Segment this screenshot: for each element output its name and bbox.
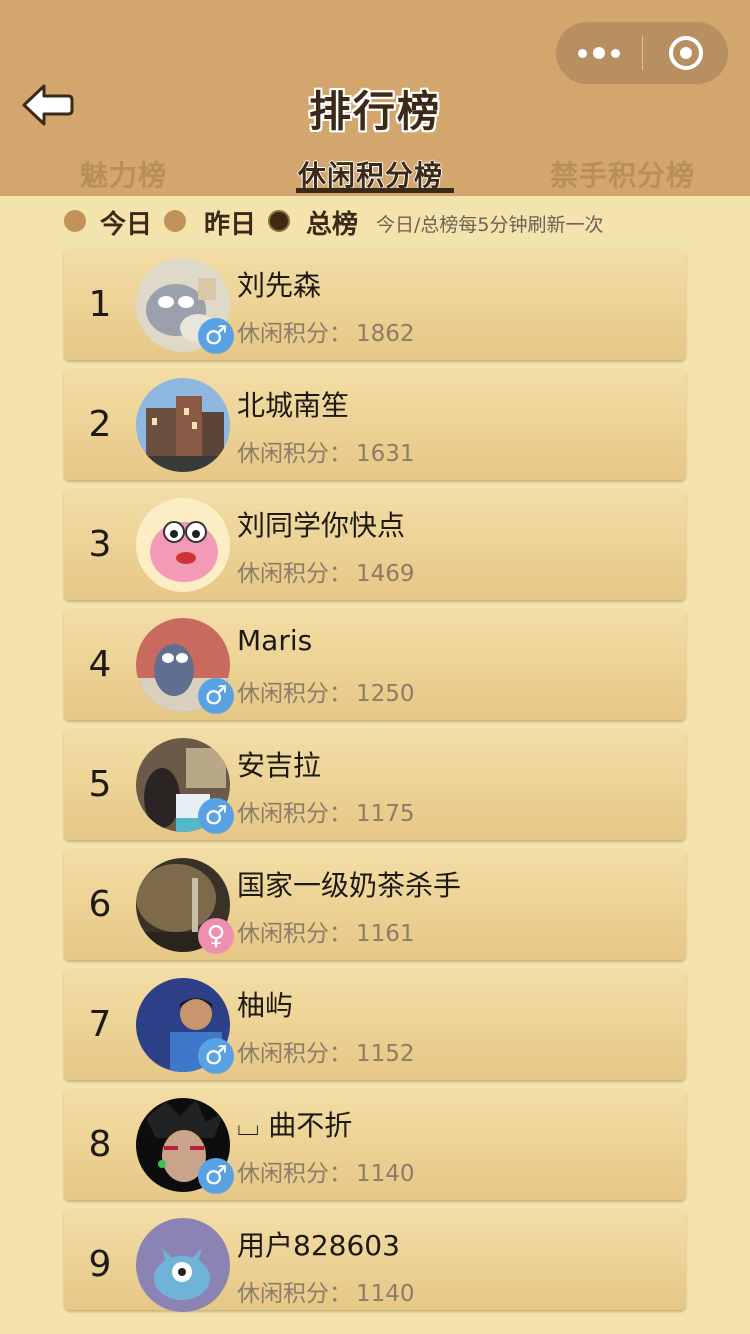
list-item[interactable]: 9 用户828603 休闲积分： 1140 — [64, 1208, 686, 1312]
user-name: Maris — [237, 624, 313, 657]
user-score: 休闲积分： 1140 — [237, 1154, 415, 1188]
list-item[interactable]: 7 ♂ 柚屿 休闲积分： 1152 — [64, 968, 686, 1080]
rank-number: 3 — [88, 524, 112, 565]
radio-total[interactable] — [268, 210, 290, 232]
score-label: 休闲积分： — [237, 1161, 352, 1187]
user-name: 北城南笙 — [237, 389, 350, 422]
user-score: 休闲积分： 1175 — [237, 794, 415, 828]
user-name: 国家一级奶茶杀手 — [237, 869, 462, 902]
user-name: ⌴ 曲不折 — [237, 1109, 353, 1142]
user-name: 刘同学你快点 — [237, 509, 406, 542]
score-value: 1250 — [356, 681, 415, 707]
close-miniprogram-icon[interactable] — [643, 22, 728, 84]
active-tab-indicator — [296, 188, 454, 193]
score-value: 1161 — [356, 921, 415, 947]
radio-today[interactable] — [64, 210, 86, 232]
user-score: 休闲积分： 1862 — [237, 314, 415, 348]
rank-number: 8 — [88, 1124, 112, 1165]
rank-number: 1 — [88, 284, 112, 325]
male-icon: ♂ — [198, 1158, 234, 1194]
user-score: 休闲积分： 1161 — [237, 914, 415, 948]
score-label: 休闲积分： — [237, 921, 352, 947]
male-icon: ♂ — [198, 798, 234, 834]
score-value: 1175 — [356, 801, 415, 827]
user-name: 安吉拉 — [237, 749, 322, 782]
refresh-note: 今日/总榜每5分钟刷新一次 — [376, 214, 604, 236]
user-score: 休闲积分： 1469 — [237, 554, 415, 588]
radio-yesterday[interactable] — [164, 210, 186, 232]
score-value: 1140 — [356, 1281, 415, 1307]
tab-forbidden-score[interactable]: 禁手积分榜 — [550, 154, 695, 194]
score-label: 休闲积分： — [237, 801, 352, 827]
avatar — [136, 498, 230, 592]
list-item[interactable]: 1 ♂ 刘先森 休闲积分： 1862 — [64, 248, 686, 360]
score-value: 1140 — [356, 1161, 415, 1187]
list-item[interactable]: 3 刘同学你快点 休闲积分： 1469 — [64, 488, 686, 600]
list-item[interactable]: 4 ♂ Maris 休闲积分： 1250 — [64, 608, 686, 720]
period-filter: 今日 昨日 总榜 今日/总榜每5分钟刷新一次 — [62, 202, 722, 241]
top-bar: 排行榜 魅力榜 休闲积分榜 禁手积分榜 — [0, 0, 750, 196]
filter-total-label[interactable]: 总榜 — [306, 204, 358, 241]
user-name: 用户828603 — [237, 1229, 400, 1262]
user-score: 休闲积分： 1152 — [237, 1034, 415, 1068]
male-icon: ♂ — [198, 1038, 234, 1074]
score-label: 休闲积分： — [237, 441, 352, 467]
score-value: 1152 — [356, 1041, 415, 1067]
list-item[interactable]: 5 ♂ 安吉拉 休闲积分： 1175 — [64, 728, 686, 840]
score-label: 休闲积分： — [237, 681, 352, 707]
rank-number: 7 — [88, 1004, 112, 1045]
avatar — [136, 378, 230, 472]
page-title: 排行榜 — [308, 87, 441, 136]
female-icon: ♀ — [198, 918, 234, 954]
score-value: 1469 — [356, 561, 415, 587]
more-dots-icon[interactable] — [556, 22, 642, 84]
rank-number: 4 — [88, 644, 112, 685]
list-item[interactable]: 2 北城南笙 休闲积分： 1631 — [64, 368, 686, 480]
score-value: 1862 — [356, 321, 415, 347]
user-score: 休闲积分： 1140 — [237, 1274, 415, 1308]
score-label: 休闲积分： — [237, 561, 352, 587]
tab-charm[interactable]: 魅力榜 — [80, 154, 167, 194]
filter-today-label[interactable]: 今日 — [100, 204, 152, 241]
score-label: 休闲积分： — [237, 321, 352, 347]
filter-yesterday-label[interactable]: 昨日 — [204, 204, 256, 241]
score-label: 休闲积分： — [237, 1281, 352, 1307]
rank-number: 9 — [88, 1244, 112, 1285]
miniprogram-capsule — [556, 22, 728, 84]
user-name: 柚屿 — [237, 989, 294, 1022]
avatar — [136, 1218, 230, 1312]
rank-number: 6 — [88, 884, 112, 925]
male-icon: ♂ — [198, 678, 234, 714]
user-score: 休闲积分： 1631 — [237, 434, 415, 468]
user-score: 休闲积分： 1250 — [237, 674, 415, 708]
score-label: 休闲积分： — [237, 1041, 352, 1067]
rank-number: 2 — [88, 404, 112, 445]
list-item[interactable]: 8 ♂ ⌴ 曲不折 休闲积分： 1140 — [64, 1088, 686, 1200]
male-icon: ♂ — [198, 318, 234, 354]
list-item[interactable]: 6 ♀ 国家一级奶茶杀手 休闲积分： 1161 — [64, 848, 686, 960]
rank-number: 5 — [88, 764, 112, 805]
user-name: 刘先森 — [237, 269, 322, 302]
score-value: 1631 — [356, 441, 415, 467]
